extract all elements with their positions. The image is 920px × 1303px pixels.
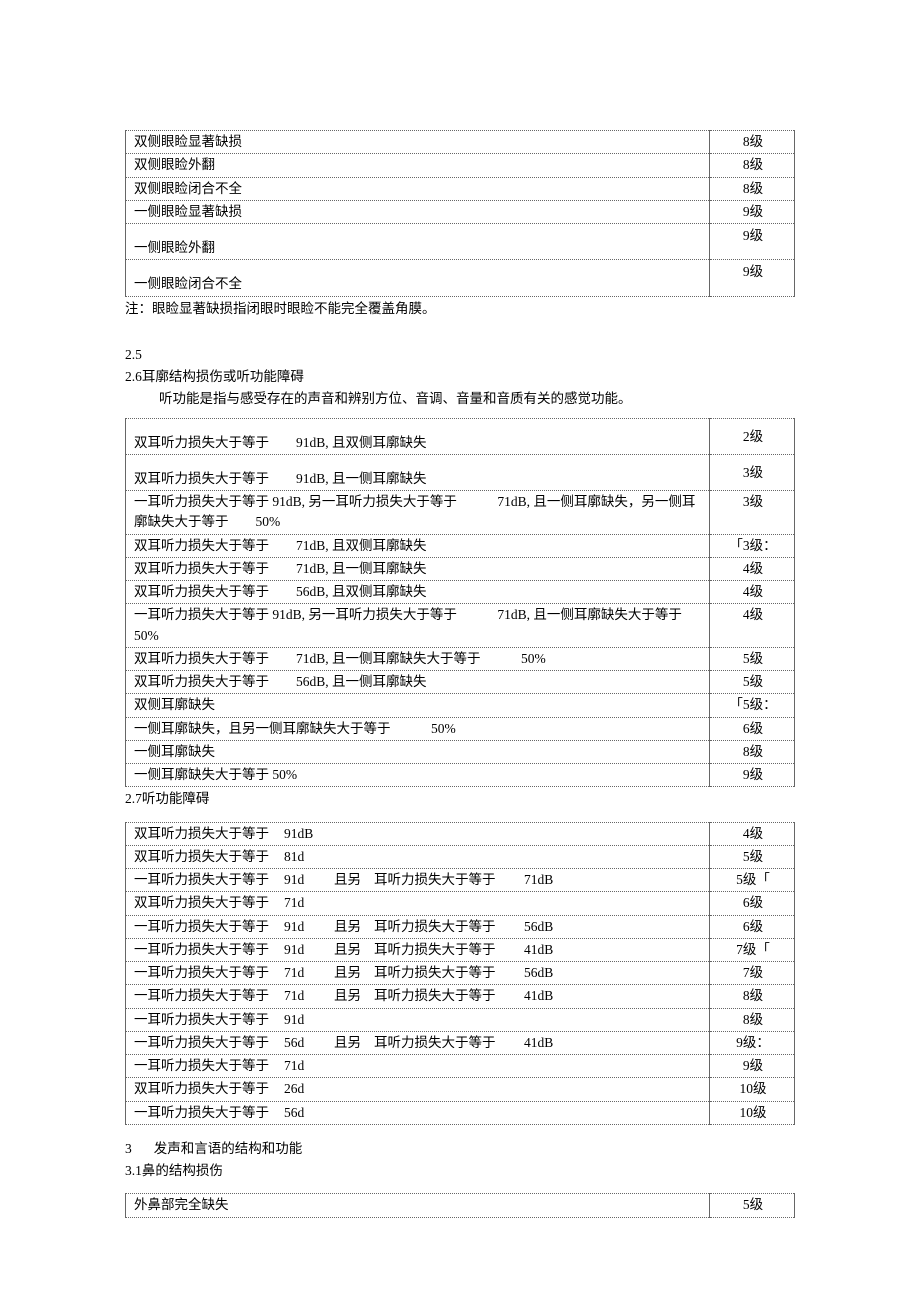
section-3: 3 发声和言语的结构和功能 <box>125 1139 795 1159</box>
table-desc: 双耳听力损失大于等于 91dB, 且双侧耳廓缺失 <box>126 418 710 454</box>
sec-3-title: 发声和言语的结构和功能 <box>154 1141 303 1156</box>
sec-2-7-num: 2.7 <box>125 791 142 806</box>
table-desc: 双耳听力损失大于等于 71dB, 且一侧耳廓缺失 <box>126 557 710 580</box>
table-grade: 9级 <box>710 764 795 787</box>
sec-3-1-num: 3.1 <box>125 1163 142 1178</box>
table-desc: 一耳听力损失大于等于 91dB, 另一耳听力损失大于等于 71dB, 且一侧耳廓… <box>126 604 710 648</box>
sec-2-7-title: 听功能障碍 <box>142 791 210 806</box>
table-desc: 一耳听力损失大于等于71d且另耳听力损失大于等于41dB <box>126 985 710 1008</box>
table-grade: 4级 <box>710 604 795 648</box>
table-grade: 5级 <box>710 1194 795 1217</box>
eyelid-note: 注：眼睑显著缺损指闭眼时眼睑不能完全覆盖角膜。 <box>125 299 795 319</box>
table-grade: 7级 <box>710 962 795 985</box>
sec-2-6-title: 耳廓结构损伤或听功能障碍 <box>142 369 304 384</box>
table-grade: 5级 <box>710 671 795 694</box>
table-grade: 「3级： <box>710 534 795 557</box>
table-desc: 一耳听力损失大于等于56d且另耳听力损失大于等于41dB <box>126 1031 710 1054</box>
table-grade: 8级 <box>710 740 795 763</box>
table-desc: 双耳听力损失大于等于 71dB, 且一侧耳廓缺失大于等于 50% <box>126 647 710 670</box>
hearing-table: 双耳听力损失大于等于91dB4级双耳听力损失大于等于81d5级一耳听力损失大于等… <box>125 822 795 1125</box>
table-desc: 双侧眼睑闭合不全 <box>126 177 710 200</box>
table-grade: 2级 <box>710 418 795 454</box>
table-desc: 一耳听力损失大于等于56d <box>126 1101 710 1124</box>
section-2-7: 2.7听功能障碍 <box>125 789 795 809</box>
table-desc: 双耳听力损失大于等于81d <box>126 845 710 868</box>
sec-2-6-num: 2.6 <box>125 369 142 384</box>
table-grade: 8级 <box>710 1008 795 1031</box>
table-desc: 一耳听力损失大于等于91d且另耳听力损失大于等于56dB <box>126 915 710 938</box>
table-desc: 外鼻部完全缺失 <box>126 1194 710 1217</box>
table-desc: 一耳听力损失大于等于71d且另耳听力损失大于等于56dB <box>126 962 710 985</box>
table-grade: 6级 <box>710 892 795 915</box>
table-desc: 双耳听力损失大于等于71d <box>126 892 710 915</box>
sec-2-6-desc: 听功能是指与感受存在的声音和辨别方位、音调、音量和音质有关的感觉功能。 <box>125 389 795 409</box>
table-desc: 双侧眼睑外翻 <box>126 154 710 177</box>
table-grade: 9级 <box>710 224 795 260</box>
section-2-5: 2.5 <box>125 345 795 365</box>
table-grade: 9级 <box>710 200 795 223</box>
table-desc: 双耳听力损失大于等于91dB <box>126 822 710 845</box>
table-desc: 双侧眼睑显著缺损 <box>126 131 710 154</box>
sec-3-1-title: 鼻的结构损伤 <box>142 1163 223 1178</box>
table-grade: 3级 <box>710 454 795 490</box>
table-grade: 10级 <box>710 1078 795 1101</box>
table-desc: 双耳听力损失大于等于 71dB, 且双侧耳廓缺失 <box>126 534 710 557</box>
table-grade: 「5级： <box>710 694 795 717</box>
table-desc: 一侧眼睑外翻 <box>126 224 710 260</box>
table-grade: 6级 <box>710 717 795 740</box>
table-grade: 7级「 <box>710 938 795 961</box>
table-desc: 双侧耳廓缺失 <box>126 694 710 717</box>
table-grade: 9级 <box>710 260 795 296</box>
table-grade: 5级「 <box>710 869 795 892</box>
table-grade: 8级 <box>710 131 795 154</box>
table-desc: 双耳听力损失大于等于26d <box>126 1078 710 1101</box>
sec-3-num: 3 <box>125 1141 132 1156</box>
ear-structure-table: 双耳听力损失大于等于 91dB, 且双侧耳廓缺失2级双耳听力损失大于等于 91d… <box>125 418 795 788</box>
table-grade: 4级 <box>710 581 795 604</box>
table-grade: 4级 <box>710 822 795 845</box>
table-desc: 一侧眼睑显著缺损 <box>126 200 710 223</box>
table-desc: 双耳听力损失大于等于 56dB, 且双侧耳廓缺失 <box>126 581 710 604</box>
table-grade: 8级 <box>710 154 795 177</box>
eyelid-table: 双侧眼睑显著缺损8级双侧眼睑外翻8级双侧眼睑闭合不全8级一侧眼睑显著缺损9级一侧… <box>125 130 795 297</box>
table-grade: 10级 <box>710 1101 795 1124</box>
table-desc: 一侧耳廓缺失大于等于 50% <box>126 764 710 787</box>
table-grade: 4级 <box>710 557 795 580</box>
table-desc: 一耳听力损失大于等于91d且另耳听力损失大于等于71dB <box>126 869 710 892</box>
table-desc: 一侧耳廓缺失，且另一侧耳廓缺失大于等于 50% <box>126 717 710 740</box>
table-grade: 5级 <box>710 845 795 868</box>
table-grade: 6级 <box>710 915 795 938</box>
table-desc: 一耳听力损失大于等于91d且另耳听力损失大于等于41dB <box>126 938 710 961</box>
table-desc: 一侧眼睑闭合不全 <box>126 260 710 296</box>
table-desc: 双耳听力损失大于等于 91dB, 且一侧耳廓缺失 <box>126 454 710 490</box>
table-desc: 双耳听力损失大于等于 56dB, 且一侧耳廓缺失 <box>126 671 710 694</box>
table-grade: 9级 <box>710 1055 795 1078</box>
table-grade: 8级 <box>710 177 795 200</box>
table-grade: 9级： <box>710 1031 795 1054</box>
table-desc: 一耳听力损失大于等于 91dB, 另一耳听力损失大于等于 71dB, 且一侧耳廓… <box>126 491 710 535</box>
table-grade: 5级 <box>710 647 795 670</box>
table-grade: 8级 <box>710 985 795 1008</box>
table-desc: 一侧耳廓缺失 <box>126 740 710 763</box>
table-desc: 一耳听力损失大于等于71d <box>126 1055 710 1078</box>
section-2-6: 2.6耳廓结构损伤或听功能障碍 <box>125 367 795 387</box>
table-grade: 3级 <box>710 491 795 535</box>
table-desc: 一耳听力损失大于等于91d <box>126 1008 710 1031</box>
section-3-1: 3.1鼻的结构损伤 <box>125 1161 795 1181</box>
nose-table: 外鼻部完全缺失5级 <box>125 1193 795 1217</box>
